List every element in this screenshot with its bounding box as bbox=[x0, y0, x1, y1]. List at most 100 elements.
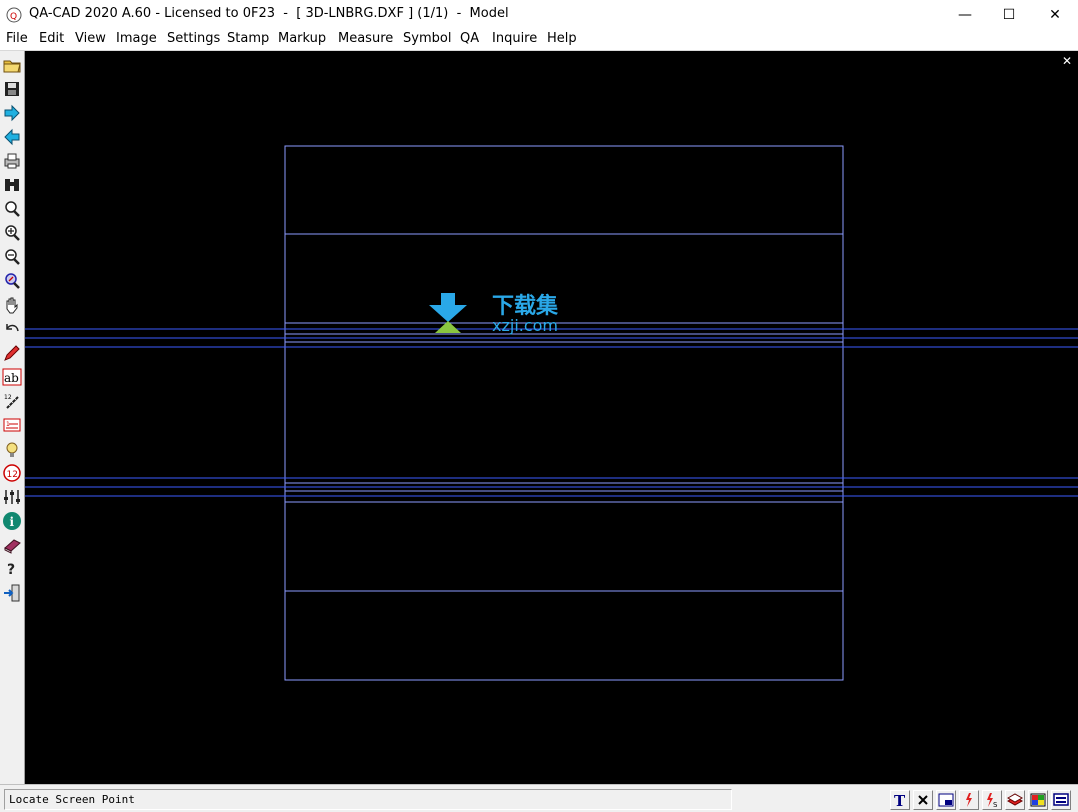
menu-bar: File Edit View Image Settings Stamp Mark… bbox=[0, 29, 1078, 51]
zoom-extents-icon bbox=[5, 273, 20, 289]
info-icon: i bbox=[3, 512, 21, 530]
pencil-icon bbox=[4, 345, 20, 361]
maximize-icon: ☐ bbox=[1002, 6, 1016, 23]
zoom-extents-button[interactable] bbox=[2, 271, 22, 291]
stamp-12-icon: 12 bbox=[3, 464, 21, 482]
ruler-measure-icon: 12 bbox=[4, 394, 19, 409]
snap-s-button[interactable]: S bbox=[982, 790, 1002, 810]
forward-arrow-icon bbox=[4, 104, 20, 122]
svg-text:12: 12 bbox=[7, 470, 18, 480]
left-toolbar: ab 12 1 12 i ? bbox=[0, 51, 25, 784]
status-bar: Locate Screen Point T S bbox=[0, 784, 1078, 812]
layers-icon bbox=[1006, 793, 1024, 806]
list-button[interactable]: 1 bbox=[2, 415, 22, 435]
menu-measure[interactable]: Measure bbox=[338, 31, 393, 46]
title-bar: Q QA-CAD 2020 A.60 - Licensed to 0F23 - … bbox=[0, 0, 1078, 29]
svg-text:S: S bbox=[993, 801, 998, 809]
svg-text:12: 12 bbox=[4, 394, 12, 401]
menu-qa[interactable]: QA bbox=[460, 31, 479, 46]
menu-settings[interactable]: Settings bbox=[167, 31, 220, 46]
window-button[interactable] bbox=[936, 790, 956, 810]
zoom-button[interactable] bbox=[2, 199, 22, 219]
print-button[interactable] bbox=[2, 151, 22, 171]
svg-text:ab: ab bbox=[4, 371, 19, 385]
open-button[interactable] bbox=[2, 55, 22, 75]
app-icon: Q bbox=[6, 7, 22, 23]
info-button[interactable]: i bbox=[2, 511, 22, 531]
zoom-out-icon bbox=[5, 249, 20, 265]
zoom-in-icon bbox=[5, 225, 20, 241]
undo-button[interactable] bbox=[2, 319, 22, 339]
markup-pencil-button[interactable] bbox=[2, 343, 22, 363]
svg-text:Q: Q bbox=[10, 12, 17, 22]
close-button[interactable]: ✕ bbox=[1032, 0, 1078, 29]
drawing-svg: 下载集 xzji.com bbox=[25, 145, 1078, 681]
delete-button[interactable] bbox=[913, 790, 933, 810]
drawing-canvas[interactable]: 下载集 xzji.com ✕ bbox=[25, 51, 1078, 784]
color-palette-icon bbox=[1030, 793, 1046, 807]
menu-image[interactable]: Image bbox=[116, 31, 157, 46]
menu-markup[interactable]: Markup bbox=[278, 31, 326, 46]
bulb-icon bbox=[6, 442, 18, 457]
pan-hand-icon bbox=[6, 297, 18, 314]
zoom-out-button[interactable] bbox=[2, 247, 22, 267]
save-icon bbox=[5, 82, 19, 96]
book-button[interactable] bbox=[2, 535, 22, 555]
find-button[interactable] bbox=[2, 175, 22, 195]
minimize-button[interactable]: — bbox=[942, 0, 988, 29]
help-icon: ? bbox=[7, 562, 15, 578]
menu-symbol[interactable]: Symbol bbox=[403, 31, 451, 46]
measure-button[interactable]: 12 bbox=[2, 391, 22, 411]
back-button[interactable] bbox=[2, 127, 22, 147]
book-icon bbox=[4, 539, 21, 554]
open-folder-icon bbox=[3, 60, 21, 73]
status-text: Locate Screen Point bbox=[9, 793, 135, 806]
status-message-field: Locate Screen Point bbox=[4, 789, 732, 810]
watermark-url-text: xzji.com bbox=[492, 316, 558, 335]
print-icon bbox=[4, 153, 20, 169]
help-button[interactable]: ? bbox=[2, 559, 22, 579]
list-icon: 1 bbox=[3, 418, 21, 432]
delete-x-icon bbox=[918, 795, 928, 805]
menu-file[interactable]: File bbox=[6, 31, 28, 46]
canvas-close-icon[interactable]: ✕ bbox=[1062, 55, 1072, 67]
pan-button[interactable] bbox=[2, 295, 22, 315]
maximize-button[interactable]: ☐ bbox=[986, 0, 1032, 29]
layers-button[interactable] bbox=[1005, 790, 1025, 810]
text-button[interactable]: ab bbox=[2, 367, 22, 387]
back-arrow-icon bbox=[4, 128, 20, 146]
sliders-icon bbox=[4, 490, 20, 504]
display-icon bbox=[1053, 793, 1069, 806]
svg-text:?: ? bbox=[7, 562, 15, 578]
menu-view[interactable]: View bbox=[75, 31, 106, 46]
stamp-button[interactable]: 12 bbox=[2, 463, 22, 483]
window-icon bbox=[938, 793, 954, 807]
menu-inquire[interactable]: Inquire bbox=[492, 31, 537, 46]
svg-text:i: i bbox=[10, 515, 15, 529]
window-title: QA-CAD 2020 A.60 - Licensed to 0F23 - [ … bbox=[29, 6, 509, 21]
exit-icon bbox=[4, 584, 20, 602]
text-ab-icon: ab bbox=[2, 368, 22, 386]
adjust-button[interactable] bbox=[2, 487, 22, 507]
close-icon: ✕ bbox=[1049, 6, 1061, 23]
menu-stamp[interactable]: Stamp bbox=[227, 31, 269, 46]
bulb-button[interactable] bbox=[2, 439, 22, 459]
save-button[interactable] bbox=[2, 79, 22, 99]
exit-button[interactable] bbox=[2, 583, 22, 603]
forward-button[interactable] bbox=[2, 103, 22, 123]
text-toggle-button[interactable]: T bbox=[890, 790, 910, 810]
display-button[interactable] bbox=[1051, 790, 1071, 810]
watermark-logo: 下载集 xzji.com bbox=[429, 293, 559, 335]
svg-text:T: T bbox=[894, 792, 906, 809]
zoom-in-button[interactable] bbox=[2, 223, 22, 243]
lightning-icon bbox=[966, 793, 972, 807]
menu-edit[interactable]: Edit bbox=[39, 31, 64, 46]
text-T-icon: T bbox=[894, 792, 906, 809]
snap-button[interactable] bbox=[959, 790, 979, 810]
drawing-frame bbox=[284, 145, 844, 681]
minimize-icon: — bbox=[958, 6, 972, 23]
color-button[interactable] bbox=[1028, 790, 1048, 810]
menu-help[interactable]: Help bbox=[547, 31, 577, 46]
binoculars-icon bbox=[5, 179, 19, 191]
zoom-icon bbox=[5, 201, 20, 217]
